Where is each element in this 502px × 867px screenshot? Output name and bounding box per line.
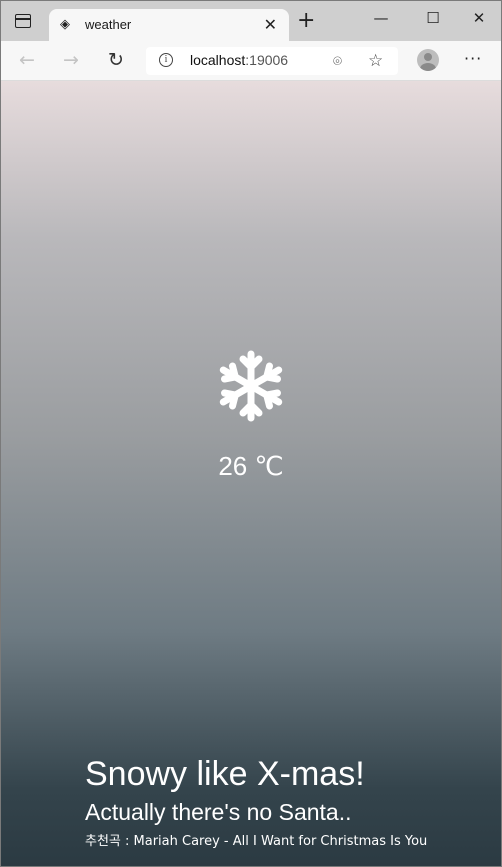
forward-arrow-icon[interactable]: →: [63, 49, 79, 71]
url-host: localhost: [190, 52, 246, 68]
weather-page: 26 ℃ Snowy like X-mas! Actually there's …: [1, 81, 501, 866]
address-bar[interactable]: i localhost:19006 ⌾ ☆: [146, 47, 398, 75]
more-icon[interactable]: ···: [464, 49, 482, 68]
back-arrow-icon[interactable]: ←: [19, 49, 35, 71]
url-port: :19006: [245, 52, 289, 68]
page-icon: ◈: [60, 17, 70, 32]
tab-title: weather: [85, 17, 132, 32]
tab-weather[interactable]: ◈ weather ✕: [49, 9, 289, 41]
location-icon[interactable]: ⌾: [333, 52, 342, 70]
maximize-icon[interactable]: ☐: [418, 9, 448, 27]
favorites-add-icon[interactable]: ☆: [368, 51, 383, 71]
plus-icon[interactable]: +: [297, 10, 315, 32]
close-icon[interactable]: ✕: [264, 15, 277, 34]
url-text[interactable]: localhost:19006: [190, 52, 288, 68]
temperature: 26 ℃: [218, 451, 284, 481]
snowflake-icon: [1, 349, 501, 427]
reload-icon[interactable]: ↻: [108, 49, 124, 71]
tab-strip: ◈ weather ✕ + — ☐ ✕: [1, 1, 501, 41]
info-icon[interactable]: i: [159, 53, 173, 67]
song-recommendation: 추천곡 : Mariah Carey - All I Want for Chri…: [85, 834, 428, 849]
address-toolbar: ← → ↻ i localhost:19006 ⌾ ☆ ···: [1, 41, 501, 81]
weather-subline: Actually there's no Santa..: [85, 799, 352, 825]
minimize-icon[interactable]: —: [366, 9, 396, 27]
tab-actions-icon[interactable]: [15, 14, 31, 28]
window-close-icon[interactable]: ✕: [464, 9, 494, 27]
profile-icon[interactable]: [417, 49, 439, 71]
browser-window: ◈ weather ✕ + — ☐ ✕ ← → ↻ i localhost:19…: [0, 0, 502, 867]
weather-headline: Snowy like X-mas!: [85, 755, 365, 793]
